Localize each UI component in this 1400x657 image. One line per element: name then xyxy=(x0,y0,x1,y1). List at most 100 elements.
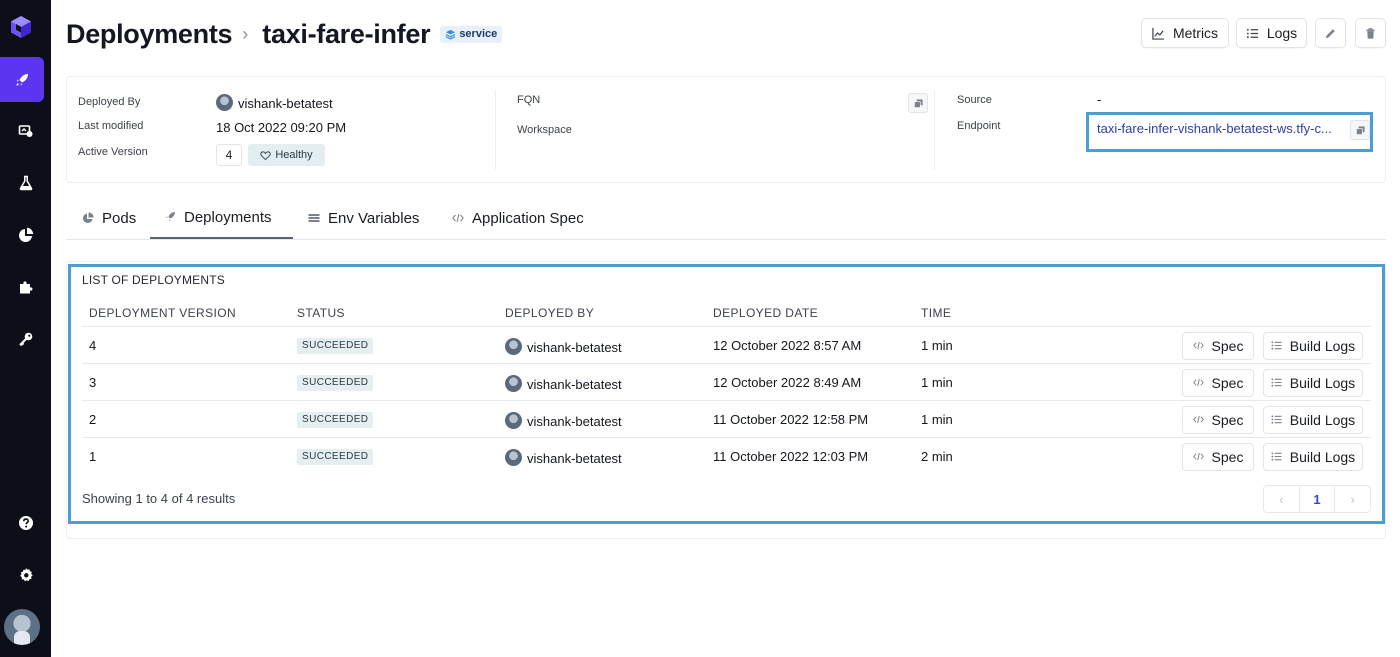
sidebar-item-experiments[interactable] xyxy=(0,161,51,205)
fqn-label: FQN xyxy=(517,94,541,106)
logs-button[interactable]: Logs xyxy=(1236,18,1307,48)
endpoint-label: Endpoint xyxy=(957,120,1001,132)
rocket-icon xyxy=(165,212,175,222)
time-cell: 2 min xyxy=(921,448,953,464)
divider xyxy=(495,90,496,170)
tab-env-variables[interactable]: Env Variables xyxy=(308,197,419,239)
app-logo-icon[interactable] xyxy=(8,14,34,40)
sidebar-item-monitoring[interactable] xyxy=(0,213,51,257)
pencil-icon xyxy=(1325,28,1335,38)
build-logs-button-label: Build Logs xyxy=(1289,337,1356,354)
spec-button-label: Spec xyxy=(1211,337,1244,354)
health-label: Healthy xyxy=(275,149,313,161)
deployed-by-cell: vishank-betatest xyxy=(505,448,622,466)
spec-button[interactable]: Spec xyxy=(1182,331,1254,360)
trash-icon xyxy=(1366,27,1375,39)
copy-icon xyxy=(1355,125,1365,135)
deployed-by-name: vishank-betatest xyxy=(527,376,622,392)
version-cell: 2 xyxy=(89,411,97,427)
sidebar-item-integrations[interactable] xyxy=(0,265,51,309)
user-avatar-small xyxy=(505,448,522,466)
copy-icon xyxy=(913,98,923,108)
divider xyxy=(934,90,935,170)
page-title: taxi-fare-infer xyxy=(262,18,431,49)
status-badge: SUCCEEDED xyxy=(297,337,374,354)
tab-pods[interactable]: Pods xyxy=(82,197,136,239)
time-cell: 1 min xyxy=(921,337,953,353)
sidebar-item-settings[interactable] xyxy=(0,553,51,597)
prev-page-button[interactable]: ‹ xyxy=(1264,486,1299,512)
build-logs-button-label: Build Logs xyxy=(1289,411,1356,428)
spec-button-label: Spec xyxy=(1211,448,1244,465)
copy-endpoint-button[interactable] xyxy=(1350,120,1370,140)
column-header: DEPLOYED DATE xyxy=(713,306,819,320)
build-logs-button-label: Build Logs xyxy=(1289,374,1356,391)
deployed-by-value: vishank-betatest xyxy=(216,94,333,111)
copy-fqn-button[interactable] xyxy=(908,93,928,113)
sidebar-item-secrets[interactable] xyxy=(0,317,51,361)
next-page-button[interactable]: › xyxy=(1335,486,1370,512)
page-button-current[interactable]: 1 xyxy=(1298,486,1336,512)
deployed-by-name: vishank-betatest xyxy=(527,450,622,466)
endpoint-link[interactable]: taxi-fare-infer-vishank-betatest-ws.tfy-… xyxy=(1097,121,1345,136)
version-cell: 3 xyxy=(89,374,97,390)
list-icon xyxy=(308,214,320,222)
build-logs-button[interactable]: Build Logs xyxy=(1263,405,1363,434)
tab-deployments[interactable]: Deployments xyxy=(150,197,293,239)
metrics-button[interactable]: Metrics xyxy=(1141,18,1229,48)
type-badge-label: service xyxy=(459,28,498,40)
user-avatar[interactable] xyxy=(4,609,40,645)
models-icon xyxy=(18,125,32,137)
spec-button[interactable]: Spec xyxy=(1182,442,1254,471)
edit-button[interactable] xyxy=(1315,18,1346,48)
delete-button[interactable] xyxy=(1355,18,1386,48)
user-avatar-small xyxy=(505,411,522,429)
tab-bar: Pods Deployments Env Variables Applicati… xyxy=(66,197,1386,240)
row-divider xyxy=(82,363,1371,364)
pie-chart-icon xyxy=(82,212,94,224)
code-icon xyxy=(1192,341,1204,350)
list-icon xyxy=(1271,452,1282,461)
code-icon xyxy=(1192,415,1204,424)
last-modified-value: 18 Oct 2022 09:20 PM xyxy=(216,120,347,135)
page-header: Deployments › taxi-fare-infer service xyxy=(66,16,503,52)
tab-application-spec[interactable]: Application Spec xyxy=(452,197,584,239)
spec-button[interactable]: Spec xyxy=(1182,368,1254,397)
user-avatar-small xyxy=(216,94,233,111)
active-version-label: Active Version xyxy=(78,146,148,158)
line-chart-icon xyxy=(1152,27,1165,40)
deployed-by-name: vishank-betatest xyxy=(527,339,622,355)
breadcrumb-root[interactable]: Deployments xyxy=(66,19,233,50)
deployed-by-cell: vishank-betatest xyxy=(505,411,622,429)
time-cell: 1 min xyxy=(921,411,953,427)
list-icon xyxy=(1271,378,1282,387)
column-header: DEPLOYED BY xyxy=(505,306,595,320)
tab-label: Pods xyxy=(102,209,137,227)
code-icon xyxy=(452,214,464,222)
deployed-date-cell: 12 October 2022 8:49 AM xyxy=(713,374,862,390)
build-logs-button[interactable]: Build Logs xyxy=(1263,331,1363,360)
settings-icon xyxy=(19,568,33,582)
deployed-by-name: vishank-betatest xyxy=(527,413,622,429)
spec-button[interactable]: Spec xyxy=(1182,405,1254,434)
results-summary: Showing 1 to 4 of 4 results xyxy=(82,491,236,506)
status-badge: SUCCEEDED xyxy=(297,448,374,465)
deployed-by-cell: vishank-betatest xyxy=(505,337,622,355)
deployed-by-label: Deployed By xyxy=(78,96,141,108)
sidebar-item-deployments[interactable] xyxy=(0,57,44,102)
sidebar-item-models[interactable] xyxy=(0,109,51,153)
pie-chart-icon xyxy=(18,227,33,242)
type-badge: service xyxy=(440,25,503,43)
flask-icon xyxy=(19,175,32,191)
build-logs-button[interactable]: Build Logs xyxy=(1263,368,1363,397)
sidebar-item-help[interactable] xyxy=(0,501,51,545)
help-icon xyxy=(18,516,33,530)
build-logs-button[interactable]: Build Logs xyxy=(1263,442,1363,471)
layers-icon xyxy=(445,29,456,40)
active-version-chip: 4 xyxy=(216,144,242,166)
logs-button-label: Logs xyxy=(1266,25,1298,41)
last-modified-label: Last modified xyxy=(78,120,144,132)
column-header: STATUS xyxy=(297,306,345,320)
list-icon xyxy=(1271,341,1282,350)
source-value: - xyxy=(1097,92,1102,107)
